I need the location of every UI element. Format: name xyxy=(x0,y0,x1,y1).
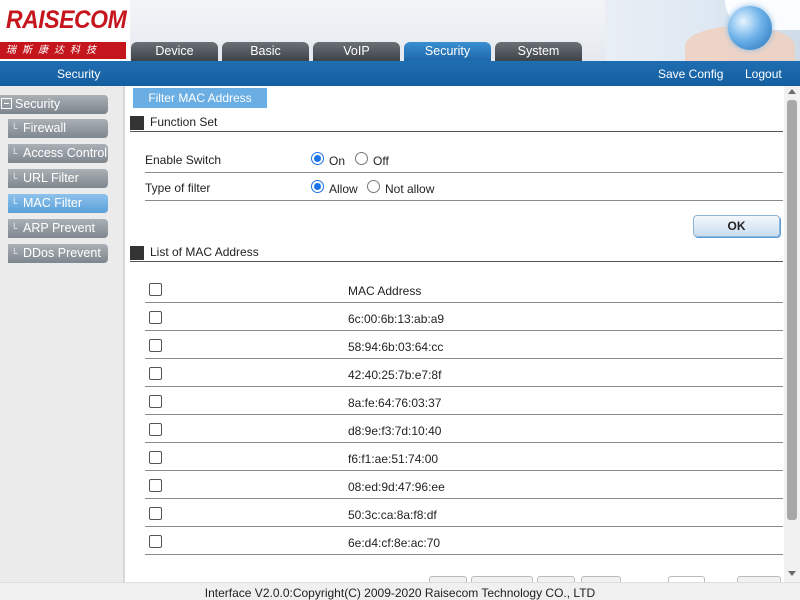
table-row: 08:ed:9d:47:96:ee xyxy=(145,471,783,499)
row-checkbox[interactable] xyxy=(149,423,162,436)
tree-corner-icon: └ xyxy=(11,173,18,183)
sidebar: Security └ Firewall └ Access Control └ U… xyxy=(0,86,125,582)
enable-on-radio[interactable] xyxy=(311,152,324,165)
mac-column-header: MAC Address xyxy=(348,284,422,298)
main-content: Filter MAC Address Function Set Enable S… xyxy=(127,86,784,582)
sidebar-item-label: ARP Prevent xyxy=(23,221,96,235)
section-bar: Security Save Config Logout xyxy=(0,61,800,86)
section-square-icon xyxy=(130,116,144,130)
sidebar-item-label: DDos Prevent xyxy=(23,246,101,260)
section-title: Function Set xyxy=(150,115,218,129)
table-row: d8:9e:f3:7d:10:40 xyxy=(145,415,783,443)
mac-address-cell: 08:ed:9d:47:96:ee xyxy=(348,480,445,494)
scroll-thumb[interactable] xyxy=(787,100,797,520)
sidebar-header-label: Security xyxy=(15,97,61,111)
table-row: 42:40:25:7b:e7:8f xyxy=(145,359,783,387)
globe-icon xyxy=(728,6,772,50)
header: RAISECOM 瑞斯康达科技 Device Basic VoIP Securi… xyxy=(0,0,800,61)
filter-allow-radio[interactable] xyxy=(311,180,324,193)
sidebar-item-label: Firewall xyxy=(23,121,67,135)
vertical-scrollbar[interactable] xyxy=(784,86,800,582)
tab-system[interactable]: System xyxy=(495,42,582,61)
row-checkbox[interactable] xyxy=(149,311,162,324)
enable-on-label[interactable]: On xyxy=(329,154,345,168)
tab-basic[interactable]: Basic xyxy=(222,42,309,61)
table-row: 8a:fe:64:76:03:37 xyxy=(145,387,783,415)
header-globe-image xyxy=(605,0,800,61)
mac-address-cell: 58:94:6b:03:64:cc xyxy=(348,340,444,354)
sidebar-item-label: MAC Filter xyxy=(23,196,83,210)
main-tabs: Device Basic VoIP Security System xyxy=(131,42,586,61)
sidebar-item-url-filter[interactable]: └ URL Filter xyxy=(8,169,108,188)
enable-switch-row: Enable Switch On Off xyxy=(145,145,783,173)
table-row: f6:f1:ae:51:74:00 xyxy=(145,443,783,471)
logout-link[interactable]: Logout xyxy=(745,61,782,88)
sidebar-item-mac-filter[interactable]: └ MAC Filter xyxy=(8,194,108,213)
mac-table-header: MAC Address xyxy=(145,275,783,303)
table-row: 6c:00:6b:13:ab:a9 xyxy=(145,303,783,331)
row-checkbox[interactable] xyxy=(149,395,162,408)
tree-corner-icon: └ xyxy=(11,148,18,158)
tab-security[interactable]: Security xyxy=(404,42,491,61)
save-config-link[interactable]: Save Config xyxy=(658,61,723,88)
select-all-checkbox[interactable] xyxy=(149,283,162,296)
mac-list-header: List of MAC Address xyxy=(130,244,783,262)
row-checkbox[interactable] xyxy=(149,451,162,464)
section-title: List of MAC Address xyxy=(150,245,259,259)
mac-address-cell: d8:9e:f3:7d:10:40 xyxy=(348,424,442,438)
mac-address-cell: f6:f1:ae:51:74:00 xyxy=(348,452,439,466)
scroll-up-icon[interactable] xyxy=(788,89,796,94)
mac-address-cell: 6e:d4:cf:8e:ac:70 xyxy=(348,536,441,550)
tree-corner-icon: └ xyxy=(11,248,18,258)
enable-switch-label: Enable Switch xyxy=(145,153,222,167)
mac-address-cell: 6c:00:6b:13:ab:a9 xyxy=(348,312,445,326)
tree-corner-icon: └ xyxy=(11,123,18,133)
collapse-icon[interactable] xyxy=(1,98,12,109)
row-checkbox[interactable] xyxy=(149,367,162,380)
footer-copyright: Interface V2.0.0:Copyright(C) 2009-2020 … xyxy=(0,582,800,600)
enable-off-radio[interactable] xyxy=(355,152,368,165)
mac-address-cell: 8a:fe:64:76:03:37 xyxy=(348,396,442,410)
sidebar-item-firewall[interactable]: └ Firewall xyxy=(8,119,108,138)
row-checkbox[interactable] xyxy=(149,507,162,520)
filter-allow-label[interactable]: Allow xyxy=(329,182,358,196)
tab-device[interactable]: Device xyxy=(131,42,218,61)
table-row: 58:94:6b:03:64:cc xyxy=(145,331,783,359)
tab-voip[interactable]: VoIP xyxy=(313,42,400,61)
section-title: Security xyxy=(57,67,101,81)
scroll-down-icon[interactable] xyxy=(788,571,796,576)
enable-off-label[interactable]: Off xyxy=(373,154,389,168)
sidebar-item-arp-prevent[interactable]: └ ARP Prevent xyxy=(8,219,108,238)
filter-type-label: Type of filter xyxy=(145,181,211,195)
sidebar-header-security[interactable]: Security xyxy=(0,95,108,114)
sidebar-item-label: URL Filter xyxy=(23,171,79,185)
tree-corner-icon: └ xyxy=(11,223,18,233)
table-row: 6e:d4:cf:8e:ac:70 xyxy=(145,527,783,555)
page-tab-filter-mac[interactable]: Filter MAC Address xyxy=(133,88,267,108)
row-checkbox[interactable] xyxy=(149,535,162,548)
logo-subtitle: 瑞斯康达科技 xyxy=(0,42,126,59)
section-square-icon xyxy=(130,246,144,260)
filter-not-allow-label[interactable]: Not allow xyxy=(385,182,434,196)
row-checkbox[interactable] xyxy=(149,479,162,492)
mac-address-cell: 50:3c:ca:8a:f8:df xyxy=(348,508,437,522)
mac-address-cell: 42:40:25:7b:e7:8f xyxy=(348,368,442,382)
tree-corner-icon: └ xyxy=(11,198,18,208)
function-set-header: Function Set xyxy=(130,114,783,132)
sidebar-item-label: Access Control xyxy=(23,146,108,160)
row-checkbox[interactable] xyxy=(149,339,162,352)
sidebar-item-ddos-prevent[interactable]: └ DDos Prevent xyxy=(8,244,108,263)
raisecom-logo: RAISECOM 瑞斯康达科技 xyxy=(0,0,130,61)
filter-not-allow-radio[interactable] xyxy=(367,180,380,193)
ok-button[interactable]: OK xyxy=(693,215,780,237)
filter-type-row: Type of filter Allow Not allow xyxy=(145,173,783,201)
table-row: 50:3c:ca:8a:f8:df xyxy=(145,499,783,527)
logo-text: RAISECOM xyxy=(6,6,127,34)
sidebar-item-access-control[interactable]: └ Access Control xyxy=(8,144,108,163)
